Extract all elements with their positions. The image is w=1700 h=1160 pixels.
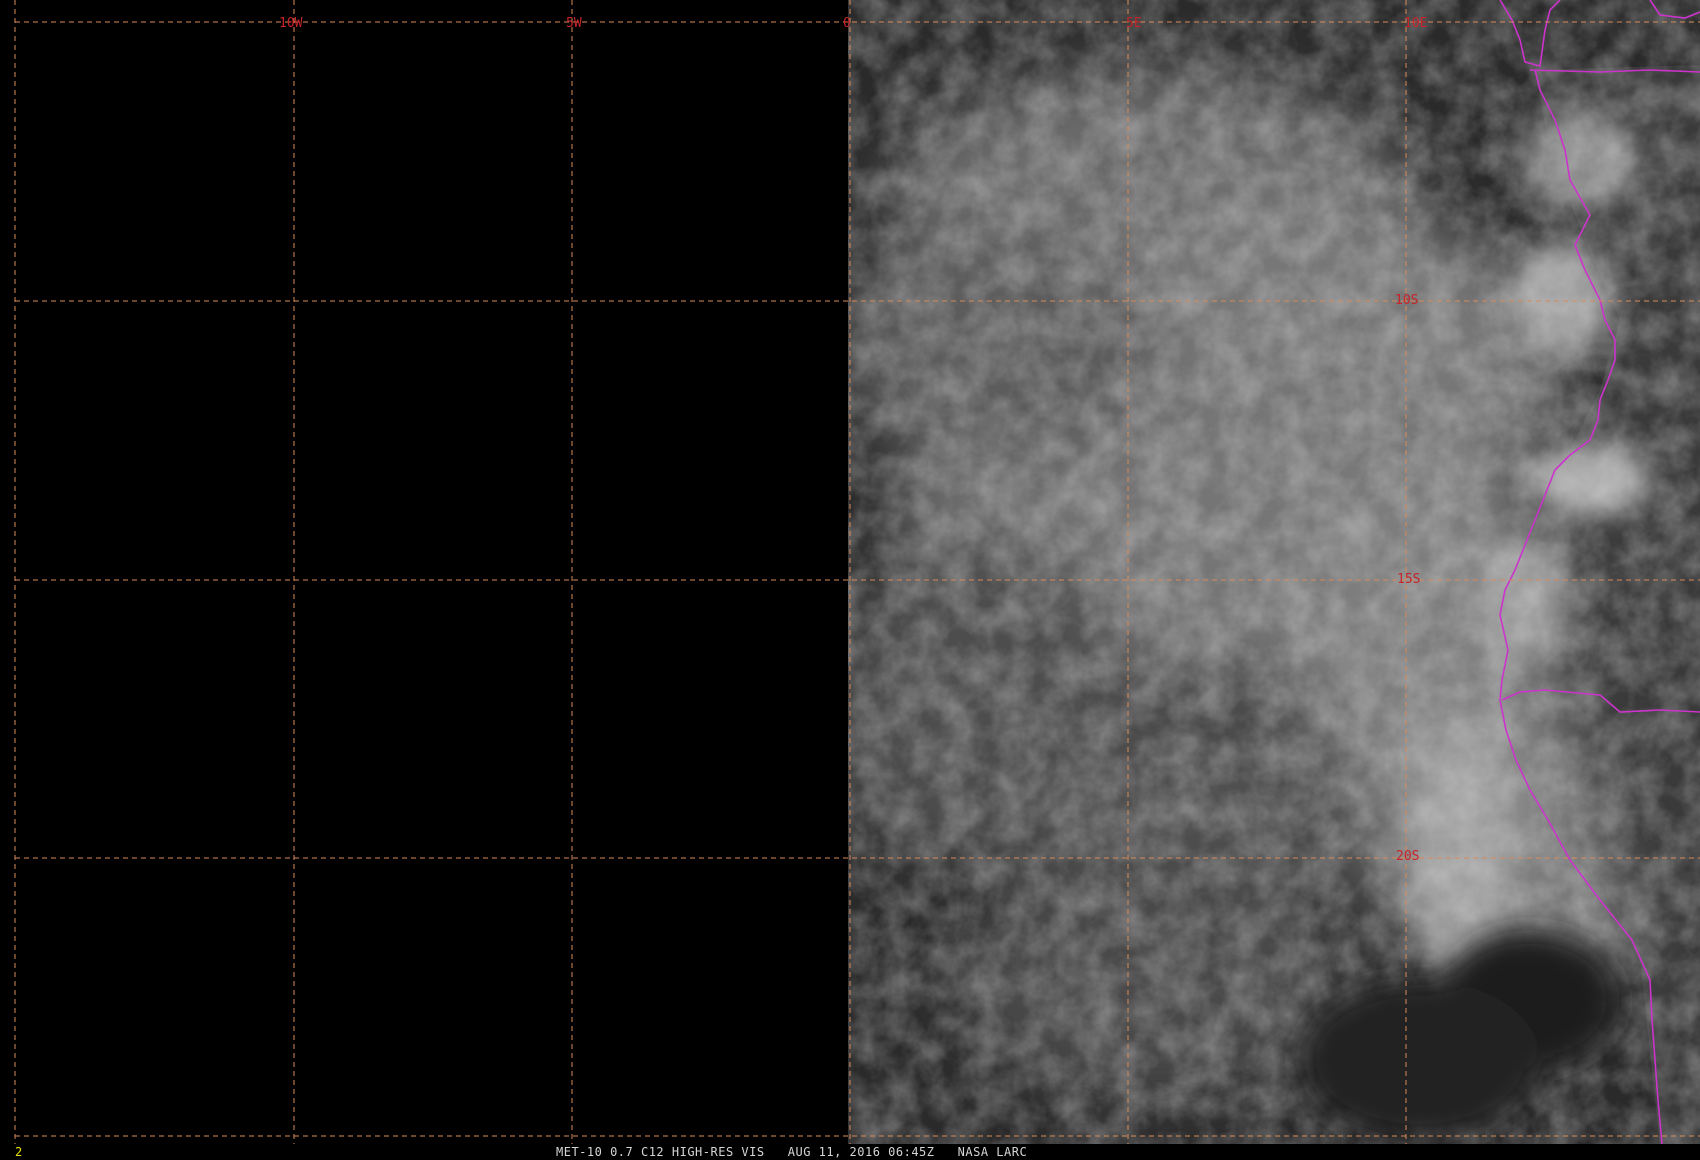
lon-label-10e: 10E <box>1404 16 1427 31</box>
lat-label-10s: 10S <box>1395 293 1418 308</box>
frame-index: 2 <box>15 1145 23 1159</box>
lon-label-5e: 5E <box>1126 16 1142 31</box>
lat-label-15s: 15S <box>1397 572 1420 587</box>
satellite-image-viewer: 10W 5W 0 5E 10E 10S 15S 20S 2 MET-10 0.7… <box>0 0 1700 1160</box>
lat-label-20s: 20S <box>1396 849 1419 864</box>
image-caption: MET-10 0.7 C12 HIGH-RES VIS AUG 11, 2016… <box>556 1145 1028 1159</box>
lon-label-10w: 10W <box>279 16 303 31</box>
lon-label-0: 0 <box>843 16 851 31</box>
lon-label-5w: 5W <box>566 16 582 31</box>
satellite-map: 10W 5W 0 5E 10E 10S 15S 20S <box>14 0 1700 1144</box>
image-caption-bar: 2 MET-10 0.7 C12 HIGH-RES VIS AUG 11, 20… <box>0 1144 1700 1160</box>
satellite-swath <box>848 0 1700 1144</box>
